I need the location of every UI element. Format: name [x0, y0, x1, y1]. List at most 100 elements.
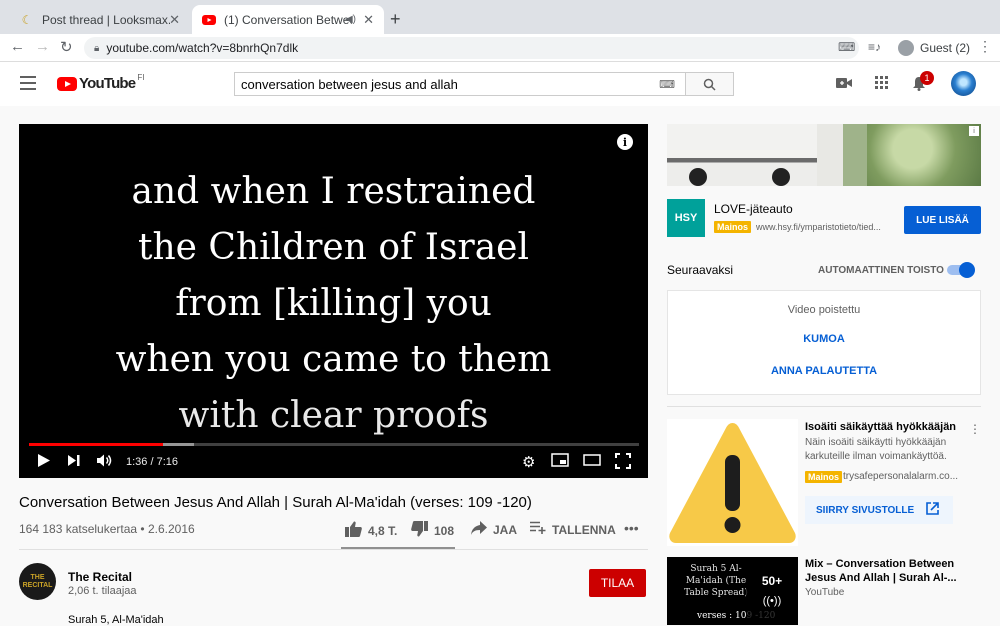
forward-arrow-icon[interactable]: →: [35, 38, 50, 55]
crescent-icon: ☾: [21, 12, 33, 27]
wheel: [772, 168, 790, 186]
miniplayer-icon[interactable]: [551, 453, 569, 471]
play-button[interactable]: [37, 453, 51, 472]
volume-icon[interactable]: [96, 453, 114, 472]
url-text: youtube.com/watch?v=8bnrhQn7dlk: [106, 41, 299, 55]
progress-bar[interactable]: [29, 443, 639, 446]
browser-menu-icon[interactable]: ⋮: [978, 38, 992, 55]
search-query: conversation between jesus and allah: [241, 76, 458, 92]
undo-button[interactable]: KUMOA: [668, 333, 980, 345]
theater-mode-icon[interactable]: [583, 453, 601, 471]
guest-avatar-icon: [898, 40, 914, 56]
mix-thumbnail[interactable]: Surah 5 Al-Ma'idah (The Table Spread) ve…: [667, 557, 798, 625]
guest-profile-button[interactable]: Guest (2): [890, 37, 978, 59]
mix-title[interactable]: Mix – Conversation Between Jesus And All…: [805, 557, 975, 585]
subscribe-button[interactable]: TILAA: [589, 569, 646, 597]
create-video-icon[interactable]: [836, 76, 852, 92]
youtube-logo[interactable]: YouTube FI: [57, 73, 144, 92]
keyboard-icon[interactable]: ⌨︎: [659, 78, 675, 91]
new-tab-button[interactable]: +: [390, 9, 401, 30]
next-button[interactable]: [67, 453, 81, 472]
notification-badge: 1: [920, 71, 934, 85]
reload-icon[interactable]: ↻: [60, 38, 73, 56]
external-link-icon: [926, 502, 939, 518]
visit-site-button[interactable]: SIIRRY SIVUSTOLLE: [805, 496, 953, 524]
toggle-knob: [959, 262, 975, 278]
like-button[interactable]: 4,8 T.: [345, 521, 397, 541]
menu-icon[interactable]: [20, 76, 36, 94]
tab-title: Post thread | Looksmax.me - M: [42, 12, 170, 27]
more-actions-icon[interactable]: •••: [624, 520, 639, 536]
playlist-count: 50+: [761, 574, 783, 588]
caption-line: the Children of Israel: [138, 227, 529, 268]
close-icon[interactable]: ✕: [363, 12, 374, 28]
speaker-icon[interactable]: ◀): [345, 14, 356, 25]
hsy-logo: HSY: [667, 199, 705, 237]
search-input[interactable]: conversation between jesus and allah ⌨︎: [234, 72, 686, 96]
share-button[interactable]: JAA: [471, 521, 517, 539]
ad2-body: Näin isoäiti säikäytti hyökkääjän karkut…: [805, 437, 947, 462]
youtube-wordmark: YouTube: [79, 75, 136, 92]
mix-radio-icon: ((•)): [762, 595, 782, 607]
like-count: 4,8 T.: [368, 524, 398, 538]
share-label: JAA: [493, 523, 518, 537]
autoplay-label: AUTOMAATTINEN TOISTO: [818, 265, 944, 276]
video-player[interactable]: and when I restrained the Children of Is…: [19, 124, 648, 478]
caption-line: and when I restrained: [131, 171, 536, 212]
settings-gear-icon[interactable]: ⚙: [522, 453, 535, 471]
channel-name[interactable]: The Recital: [68, 570, 132, 584]
ad-url: www.hsy.fi/ymparistotieto/tied...: [756, 222, 881, 232]
video-removed-card: Video poistettu KUMOA ANNA PALAUTETTA: [667, 290, 981, 395]
video-captions: and when I restrained the Children of Is…: [19, 164, 648, 444]
removed-text: Video poistettu: [787, 304, 861, 316]
dislike-count: 108: [434, 524, 455, 538]
feedback-button[interactable]: ANNA PALAUTETTA: [668, 365, 980, 377]
mix-channel: YouTube: [805, 587, 845, 598]
caption-line: with clear proofs: [178, 395, 489, 436]
close-icon[interactable]: ✕: [169, 12, 180, 28]
time-display: 1:36 / 7:16: [126, 456, 178, 468]
wheel: [689, 168, 707, 186]
apps-grid-icon[interactable]: [875, 76, 888, 92]
more-options-icon[interactable]: ⋮: [969, 422, 981, 436]
dislike-button[interactable]: 108: [411, 521, 454, 541]
share-icon: [471, 521, 487, 539]
save-button[interactable]: TALLENNA: [530, 521, 616, 538]
caption-line: from [killing] you: [175, 283, 492, 324]
thumbs-down-icon: [411, 521, 428, 541]
channel-avatar[interactable]: THE RECITAL: [19, 563, 56, 600]
video-description: Surah 5, Al-Ma'idah: [68, 614, 164, 626]
lock-icon: 🔒︎: [94, 42, 100, 54]
ad-choices-icon[interactable]: i: [969, 126, 979, 136]
thumbnail-text: Surah 5 Al-Ma'idah (The Table Spread): [684, 564, 748, 598]
ad-image[interactable]: i: [667, 124, 981, 186]
tab-title: (1) Conversation Between ...: [224, 12, 352, 27]
thumbs-up-icon: [345, 521, 362, 541]
translate-icon[interactable]: ⌨︎: [838, 40, 855, 54]
divider: [19, 549, 648, 550]
back-arrow-icon[interactable]: ←: [10, 38, 25, 55]
user-avatar[interactable]: [951, 71, 976, 96]
playlist-overlay: 50+ ((•)): [746, 557, 798, 625]
ad2-title[interactable]: Isoäiti säikäyttää hyökkääjän: [805, 421, 956, 433]
fullscreen-icon[interactable]: [615, 453, 631, 473]
divider: [667, 406, 981, 407]
tree-image: [867, 124, 981, 186]
warning-ad-image[interactable]: [667, 419, 798, 546]
save-label: TALLENNA: [552, 522, 616, 537]
url-field[interactable]: 🔒︎ youtube.com/watch?v=8bnrhQn7dlk: [84, 37, 859, 59]
autoplay-toggle[interactable]: [947, 262, 975, 278]
ad-title[interactable]: LOVE-jäteauto: [714, 202, 793, 216]
browser-tab-looksmax[interactable]: ☾ Post thread | Looksmax.me - M ✕: [10, 5, 190, 34]
add-to-playlist-icon: [530, 521, 546, 538]
ad-badge: Mainos: [714, 221, 752, 233]
browser-tab-youtube[interactable]: (1) Conversation Between ... ◀) ✕: [192, 5, 384, 34]
info-icon[interactable]: i: [617, 134, 633, 150]
warning-triangle-icon: [669, 423, 796, 543]
youtube-header: YouTube FI conversation between jesus an…: [0, 62, 1000, 106]
search-icon: [703, 78, 716, 91]
media-queue-icon[interactable]: ≡♪: [868, 40, 881, 54]
visit-site-label: SIIRRY SIVUSTOLLE: [816, 504, 915, 516]
search-button[interactable]: [685, 72, 734, 96]
read-more-button[interactable]: LUE LISÄÄ: [904, 206, 981, 234]
